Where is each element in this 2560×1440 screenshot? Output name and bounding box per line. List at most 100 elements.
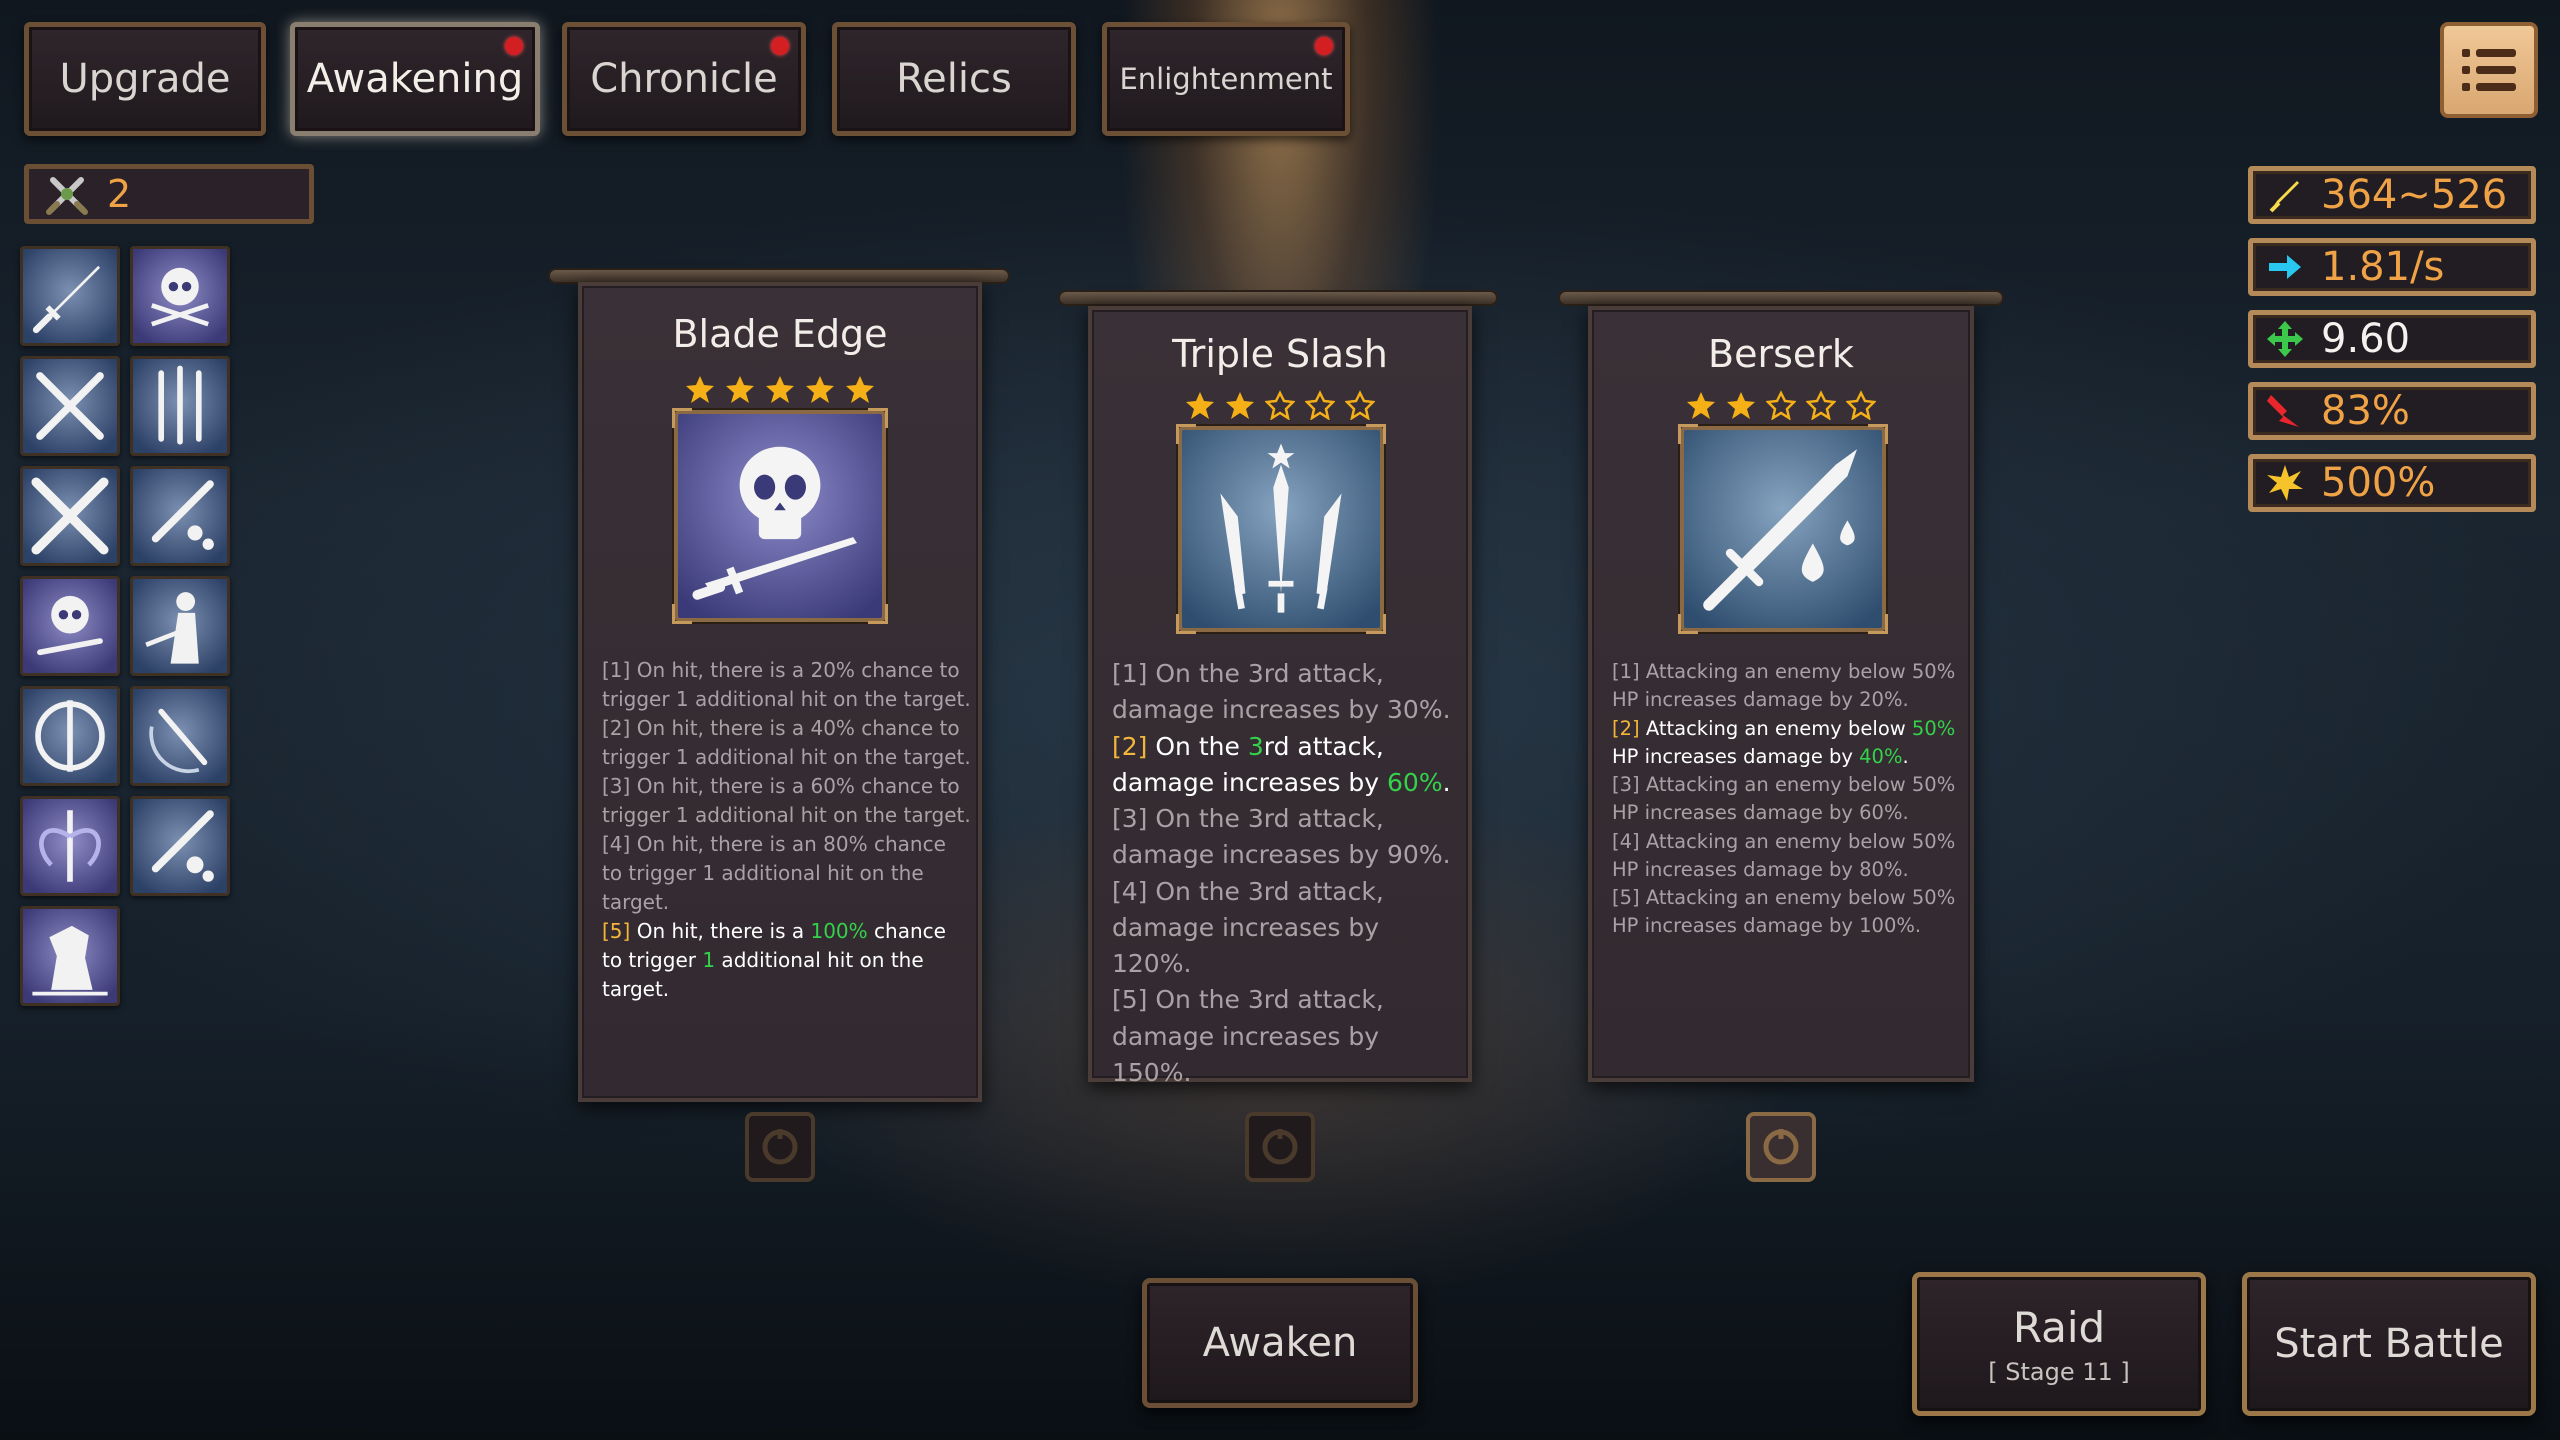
refresh-lock-icon <box>1262 1129 1298 1165</box>
tier-tag: [3] <box>602 774 631 798</box>
notification-badge <box>505 37 523 55</box>
awaken-button[interactable]: Awaken <box>1142 1278 1418 1408</box>
stat-value: 83% <box>2321 388 2410 434</box>
tab-label: Enlightenment <box>1119 62 1333 96</box>
star-empty-icon <box>1345 390 1375 420</box>
card-rod <box>1558 290 2004 306</box>
skill-slot-skull-sword[interactable] <box>20 576 120 676</box>
tier-tag: [1] <box>1612 660 1640 683</box>
star-filled-icon <box>766 376 794 403</box>
skill-slot-slash[interactable] <box>130 686 230 786</box>
tier-text: On hit, there is an 80% chance to trigge… <box>602 832 946 914</box>
card-lock-button[interactable] <box>1746 1112 1816 1182</box>
star-rating <box>582 374 978 404</box>
tier-text: . <box>1442 767 1451 797</box>
skull-sword-icon <box>37 595 103 656</box>
crossed-swords-icon <box>36 372 104 440</box>
stat-crit-chance: 83% <box>2248 382 2536 440</box>
tier-text: On the <box>1155 731 1248 761</box>
tier-text: Attacking an enemy below 50% HP increase… <box>1612 660 1956 712</box>
tier-tag: [2] <box>1612 716 1640 740</box>
skull-sword-icon <box>692 446 857 600</box>
skill-slot-sword-drops[interactable] <box>130 466 230 566</box>
tier-text: . <box>1902 744 1909 768</box>
tier-value: 100% <box>810 919 868 943</box>
refresh-lock-icon <box>1763 1129 1799 1165</box>
tab-label: Chronicle <box>590 56 778 102</box>
skill-slot-beast[interactable] <box>20 906 120 1006</box>
card-art <box>1678 424 1888 634</box>
tier-tag: [4] <box>602 832 631 856</box>
tier-text: On hit, there is a 40% chance to trigger… <box>602 716 971 769</box>
star-filled-icon <box>1226 392 1254 419</box>
sword-blood-icon <box>151 810 214 882</box>
card-art <box>1176 424 1386 634</box>
tab-awakening[interactable]: Awakening <box>290 22 540 136</box>
tier-text: On hit, there is a 60% chance to trigger… <box>602 774 971 827</box>
stat-value: 500% <box>2321 460 2436 506</box>
card-description: [1] On the 3rd attack, damage increases … <box>1112 656 1462 1091</box>
tab-enlightenment[interactable]: Enlightenment <box>1102 22 1350 136</box>
tier-tag: [2] <box>602 716 631 740</box>
skill-slot-skull-swords[interactable] <box>130 246 230 346</box>
skill-slot-crossed-swords[interactable] <box>20 356 120 456</box>
skill-slot-warrior[interactable] <box>130 576 230 676</box>
circle-sword-icon <box>35 700 105 772</box>
skill-slot-circle-sword[interactable] <box>20 686 120 786</box>
card-description: [1] Attacking an enemy below 50% HP incr… <box>1612 658 1962 941</box>
skull-swords-icon <box>151 267 209 327</box>
speed-arrow-icon <box>2269 255 2301 279</box>
tier-text: Attacking an enemy below 50% HP increase… <box>1612 773 1956 825</box>
card-rod <box>1058 290 1498 306</box>
skill-slot-winged-sword[interactable] <box>20 796 120 896</box>
stat-crit-damage: 500% <box>2248 454 2536 512</box>
tier-tag: [4] <box>1612 829 1640 853</box>
star-empty-icon <box>1806 390 1836 420</box>
star-filled-icon <box>1687 392 1715 419</box>
stat-move-speed: 9.60 <box>2248 310 2536 368</box>
tier-text: HP increases damage by <box>1612 744 1860 768</box>
stat-value: 9.60 <box>2321 316 2411 362</box>
stat-attack-speed: 1.81/s <box>2248 238 2536 296</box>
tier-tag: [3] <box>1612 773 1640 797</box>
card-lock-button[interactable] <box>1245 1112 1315 1182</box>
star-filled-icon <box>726 376 754 403</box>
skill-slot-sword[interactable] <box>20 246 120 346</box>
skill-slot-sword-blood[interactable] <box>130 796 230 896</box>
tier-tag: [5] <box>1112 985 1148 1015</box>
skill-card-blade-edge: Blade Edge [1] On hit, there is a 20% ch… <box>578 282 982 1102</box>
card-title: Berserk <box>1708 332 1854 376</box>
skill-slot-double-blades[interactable] <box>20 466 120 566</box>
tier-text: On the 3rd attack, damage increases by 1… <box>1112 985 1384 1087</box>
move-cross-icon <box>2267 321 2303 357</box>
raid-button[interactable]: Raid [ Stage 11 ] <box>1912 1272 2206 1416</box>
sword-blood-icon <box>151 480 214 550</box>
star-rating <box>1592 390 1970 420</box>
attack-sword-icon <box>2269 181 2299 213</box>
tier-text: Attacking an enemy below 50% HP increase… <box>1612 886 1956 938</box>
start-battle-button[interactable]: Start Battle <box>2242 1272 2536 1416</box>
list-menu-icon <box>2462 49 2516 91</box>
tab-chronicle[interactable]: Chronicle <box>562 22 806 136</box>
card-lock-button[interactable] <box>745 1112 815 1182</box>
tier-text: Attacking an enemy below 50% HP increase… <box>1612 829 1956 881</box>
tab-relics[interactable]: Relics <box>832 22 1076 136</box>
raid-stage-label: [ Stage 11 ] <box>1988 1357 2130 1386</box>
skill-slot-triple-swords[interactable] <box>130 356 230 456</box>
tier-value: 50% <box>1911 716 1956 740</box>
card-title: Blade Edge <box>672 312 888 356</box>
tier-text: On hit, there is a <box>636 919 811 943</box>
warrior-icon <box>145 592 199 664</box>
stat-value: 1.81/s <box>2321 244 2445 290</box>
tier-value: 60% <box>1387 767 1443 797</box>
tier-tag: [2] <box>1112 731 1148 761</box>
star-empty-icon <box>1766 390 1796 420</box>
slash-sword-icon <box>149 708 208 774</box>
tier-tag: [1] <box>1112 659 1148 688</box>
stat-attack: 364~526 <box>2248 166 2536 224</box>
tier-value: 1 <box>702 948 716 972</box>
tier-text: On hit, there is a 20% chance to trigger… <box>602 658 971 711</box>
menu-button[interactable] <box>2440 22 2538 118</box>
notification-badge <box>1315 37 1333 55</box>
tab-upgrade[interactable]: Upgrade <box>24 22 266 136</box>
